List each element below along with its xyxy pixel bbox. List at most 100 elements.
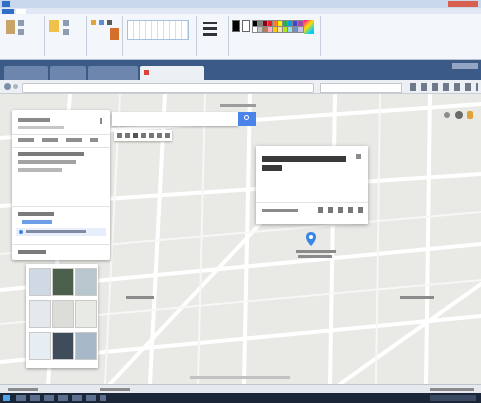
windows-start-icon[interactable] xyxy=(3,395,10,401)
size-icon[interactable] xyxy=(203,22,217,36)
window-controls[interactable] xyxy=(452,63,478,69)
base-map-dark[interactable] xyxy=(52,332,74,360)
panel-menu-icon[interactable] xyxy=(100,118,102,124)
paste-icon[interactable] xyxy=(6,20,15,34)
browser-search-input[interactable] xyxy=(320,83,402,93)
browser-tab[interactable] xyxy=(50,66,86,80)
color-2-selector[interactable] xyxy=(242,20,250,32)
paint-app-icon[interactable] xyxy=(2,1,10,7)
pegman-icon[interactable] xyxy=(467,111,473,119)
rotate-icon[interactable] xyxy=(63,29,69,35)
base-map-picker xyxy=(26,264,98,368)
close-icon[interactable] xyxy=(356,154,361,159)
zoom-icon[interactable] xyxy=(455,111,463,119)
base-map-simple[interactable] xyxy=(75,300,97,328)
palette-swatch[interactable] xyxy=(297,26,304,33)
system-tray[interactable] xyxy=(430,395,476,401)
map-pin-icon[interactable] xyxy=(306,232,316,246)
windows-taskbar xyxy=(0,393,481,403)
copy-icon[interactable] xyxy=(18,29,24,35)
base-map-mono[interactable] xyxy=(52,300,74,328)
brushes-icon[interactable] xyxy=(110,28,119,40)
tools-group xyxy=(88,16,123,56)
map-title-placeholder[interactable] xyxy=(18,118,50,122)
line-icon[interactable] xyxy=(149,133,154,138)
layer-title[interactable] xyxy=(18,212,54,216)
paint-ribbon xyxy=(0,14,481,60)
map-search-input[interactable] xyxy=(112,112,238,126)
redo-icon[interactable] xyxy=(125,133,130,138)
place-label-placeholder xyxy=(126,296,154,299)
base-map-light[interactable] xyxy=(29,300,51,328)
image-group xyxy=(46,16,87,56)
marker-icon[interactable] xyxy=(141,133,146,138)
browser-address-bar xyxy=(0,80,481,94)
edit-icon[interactable] xyxy=(328,207,333,213)
status-bar xyxy=(0,384,481,393)
select-icon[interactable] xyxy=(49,20,59,32)
fill-icon[interactable] xyxy=(99,20,104,25)
browser-tab-bar xyxy=(0,60,481,80)
zoom-control[interactable] xyxy=(430,388,474,391)
toolbar-icons[interactable] xyxy=(410,83,478,91)
map-layers-panel xyxy=(12,110,110,260)
layer-row[interactable] xyxy=(18,152,84,156)
color-1-selector[interactable] xyxy=(232,20,240,32)
feature-name-placeholder xyxy=(26,230,86,233)
base-map-whitewater[interactable] xyxy=(75,332,97,360)
ruler-icon[interactable] xyxy=(165,133,170,138)
clipboard-group xyxy=(4,16,45,56)
layer-row[interactable] xyxy=(18,160,76,164)
forward-arrow-icon[interactable] xyxy=(13,84,18,89)
paint-window-controls[interactable] xyxy=(448,1,478,7)
place-label-placeholder xyxy=(296,250,336,253)
coordinates-placeholder xyxy=(262,209,298,212)
directions-icon[interactable] xyxy=(157,133,162,138)
maps-favicon xyxy=(144,70,149,75)
feature-title-placeholder xyxy=(262,165,282,171)
shapes-group xyxy=(124,16,197,56)
colors-group xyxy=(230,16,321,56)
panel-divider xyxy=(12,244,110,245)
map-controls xyxy=(444,110,474,120)
panel-divider xyxy=(12,206,110,207)
status-text-placeholder xyxy=(8,388,38,391)
base-map-title[interactable] xyxy=(18,250,46,254)
settings-icon[interactable] xyxy=(444,112,450,118)
style-icon[interactable] xyxy=(318,207,323,213)
pencil-icon[interactable] xyxy=(91,20,96,25)
map-toolbar xyxy=(114,130,172,141)
base-map-satellite[interactable] xyxy=(52,268,74,296)
delete-icon[interactable] xyxy=(358,207,363,213)
taskbar-apps[interactable] xyxy=(16,395,106,401)
layer-feature-row[interactable] xyxy=(16,228,106,236)
browser-tab[interactable] xyxy=(88,66,138,80)
edit-colors-icon[interactable] xyxy=(304,20,314,34)
panel-divider xyxy=(12,147,110,148)
hand-icon[interactable] xyxy=(133,133,138,138)
directions-icon[interactable] xyxy=(348,207,353,213)
map-pin-icon xyxy=(19,230,23,234)
text-icon[interactable] xyxy=(107,20,112,25)
browser-tab-active[interactable] xyxy=(140,66,204,80)
map-description-placeholder[interactable] xyxy=(18,126,64,129)
crop-icon[interactable] xyxy=(63,20,69,26)
photo-icon[interactable] xyxy=(338,207,343,213)
url-input[interactable] xyxy=(22,83,314,93)
search-button[interactable] xyxy=(238,112,256,126)
place-label-placeholder xyxy=(400,296,434,299)
base-map-light-political[interactable] xyxy=(29,332,51,360)
map-footer-placeholder xyxy=(190,376,290,379)
panel-actions-row[interactable] xyxy=(18,138,98,142)
base-map-map[interactable] xyxy=(29,268,51,296)
layer-style-link[interactable] xyxy=(22,220,52,224)
back-arrow-icon[interactable] xyxy=(4,83,11,90)
panel-divider xyxy=(12,134,110,135)
cut-icon[interactable] xyxy=(18,20,24,26)
browser-tab[interactable] xyxy=(4,66,48,80)
shapes-gallery[interactable] xyxy=(127,20,189,40)
add-layer-row[interactable] xyxy=(18,168,62,172)
base-map-terrain[interactable] xyxy=(75,268,97,296)
size-group xyxy=(198,16,229,56)
undo-icon[interactable] xyxy=(117,133,122,138)
